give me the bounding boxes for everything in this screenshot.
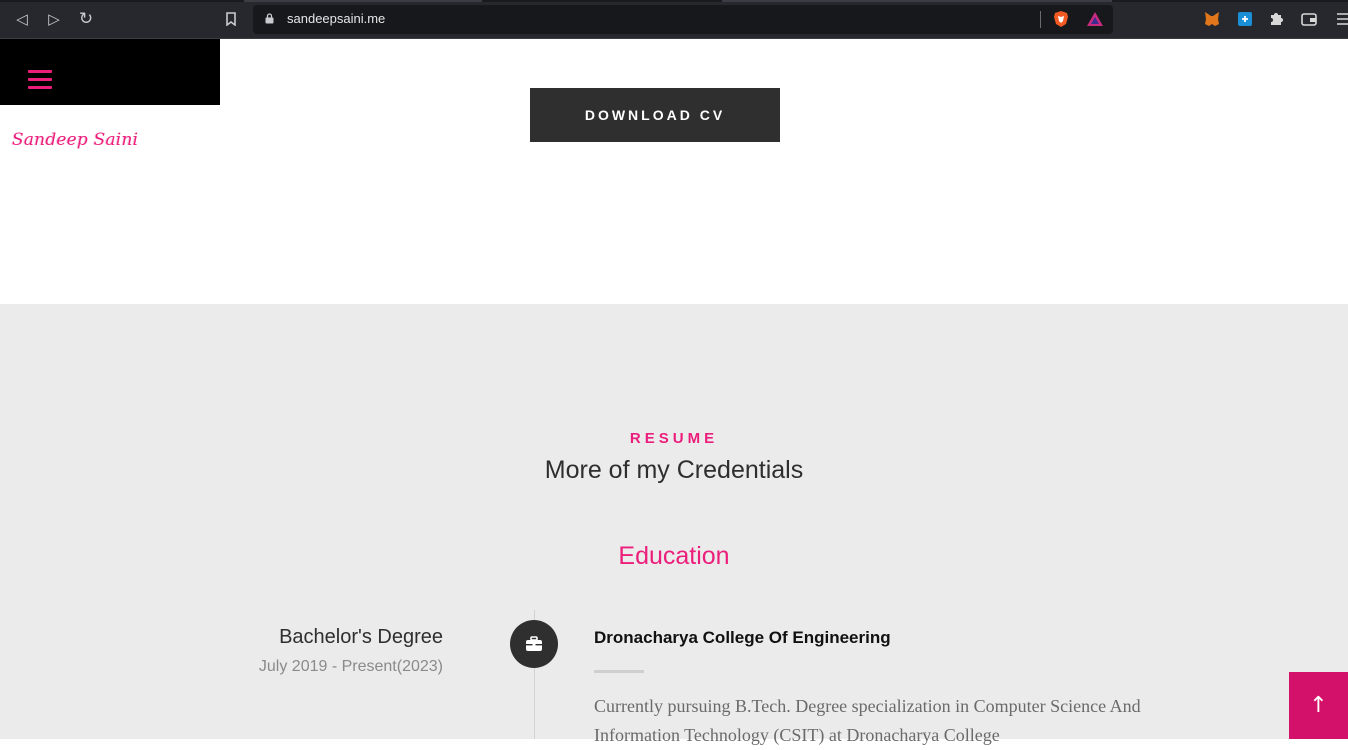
entry-description: Currently pursuing B.Tech. Degree specia… <box>594 696 1141 745</box>
section-title: More of my Credentials <box>544 456 804 484</box>
back-to-top-button[interactable]: ↑ <box>1289 672 1348 739</box>
brave-shields-icon[interactable] <box>1052 10 1070 28</box>
translate-extension-icon[interactable] <box>1236 10 1254 28</box>
briefcase-icon <box>526 636 542 651</box>
forward-button[interactable]: ▷ <box>43 8 65 30</box>
hamburger-menu-icon[interactable] <box>28 70 52 90</box>
lock-icon <box>265 13 274 24</box>
resume-section: RESUME More of my Credentials Education … <box>0 304 1348 745</box>
tab-strip <box>0 0 1348 2</box>
tab[interactable] <box>722 0 1112 2</box>
divider <box>594 670 644 673</box>
timeline-marker <box>510 620 558 668</box>
address-bar[interactable]: sandeepsaini.me <box>253 5 1113 34</box>
brave-rewards-icon[interactable] <box>1086 10 1104 28</box>
divider <box>1040 11 1041 28</box>
download-cv-button[interactable]: DOWNLOAD CV <box>530 88 780 142</box>
reload-button[interactable]: ↻ <box>75 8 97 30</box>
wallet-icon[interactable] <box>1300 10 1318 28</box>
institution-name: Dronacharya College Of Engineering <box>594 628 891 647</box>
extensions-icon[interactable] <box>1267 10 1285 28</box>
bookmark-icon[interactable] <box>220 8 242 30</box>
browser-toolbar: ◁ ▷ ↻ sandeepsaini.me <box>0 0 1348 39</box>
degree-period: July 2019 - Present(2023) <box>258 658 443 675</box>
back-button[interactable]: ◁ <box>11 8 33 30</box>
url-text[interactable]: sandeepsaini.me <box>287 11 385 26</box>
metamask-icon[interactable] <box>1203 10 1221 28</box>
tab[interactable] <box>244 0 482 2</box>
browser-menu-icon[interactable] <box>1336 10 1348 28</box>
degree-title: Bachelor's Degree <box>279 626 443 648</box>
section-eyebrow: RESUME <box>629 430 719 447</box>
sidebar-menu-panel <box>0 39 220 105</box>
education-heading: Education <box>618 542 730 570</box>
site-brand[interactable]: Sandeep Saini <box>12 130 138 150</box>
